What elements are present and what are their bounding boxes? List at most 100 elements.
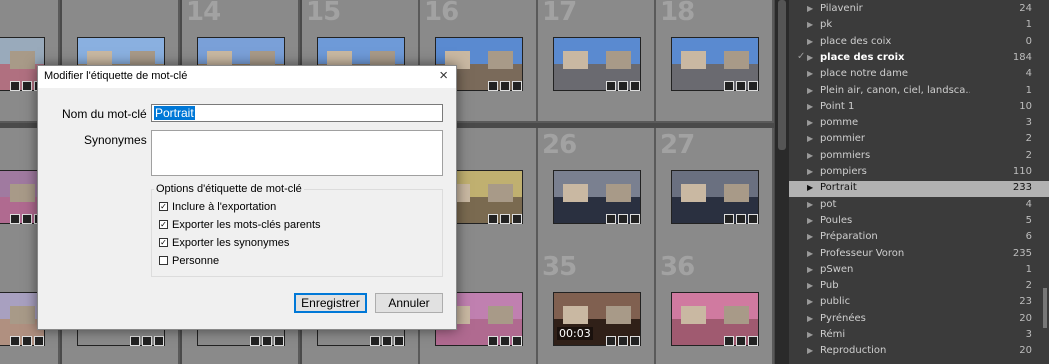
grid-cell[interactable]: 35 00:03 — [538, 250, 656, 364]
keyword-badge-icon[interactable] — [10, 214, 20, 224]
expand-triangle-icon[interactable]: ▶ — [807, 134, 813, 143]
keyword-row[interactable]: ▶ pompiers 110 — [789, 165, 1049, 181]
cancel-button[interactable]: Annuler — [375, 293, 443, 313]
synonyms-textarea[interactable] — [151, 130, 443, 176]
keyword-row[interactable]: ▶ Pilavenir 24 — [789, 2, 1049, 18]
expand-triangle-icon[interactable]: ▶ — [807, 249, 813, 258]
expand-triangle-icon[interactable]: ▶ — [807, 346, 813, 355]
crop-badge-icon[interactable] — [500, 336, 510, 346]
keyword-row[interactable]: ▶ pommier 2 — [789, 132, 1049, 148]
crop-badge-icon[interactable] — [500, 81, 510, 91]
save-button[interactable]: Enregistrer — [294, 293, 367, 313]
grid-cell[interactable]: 17 — [538, 0, 656, 123]
crop-badge-icon[interactable] — [500, 214, 510, 224]
keyword-row[interactable]: ▶ public 23 — [789, 295, 1049, 311]
expand-triangle-icon[interactable]: ▶ — [807, 200, 813, 209]
keyword-badge-icon[interactable] — [488, 336, 498, 346]
keyword-badge-icon[interactable] — [250, 336, 260, 346]
expand-triangle-icon[interactable]: ▶ — [807, 118, 813, 127]
keyword-row[interactable]: ▶ pk 1 — [789, 18, 1049, 34]
keyword-name-input[interactable]: Portrait — [151, 104, 443, 122]
edit-badge-icon[interactable] — [630, 336, 640, 346]
expand-triangle-icon[interactable]: ▶ — [807, 232, 813, 241]
keyword-row[interactable]: ▶ pot 4 — [789, 198, 1049, 214]
keyword-row[interactable]: ▶ Pyrénées 20 — [789, 312, 1049, 328]
expand-triangle-icon[interactable]: ▶ — [807, 183, 813, 192]
keyword-badge-icon[interactable] — [606, 214, 616, 224]
keyword-row[interactable]: ✓ ▶ place des croix 184 — [789, 51, 1049, 67]
keyword-badge-icon[interactable] — [724, 336, 734, 346]
edit-badge-icon[interactable] — [394, 336, 404, 346]
grid-scrollbar[interactable] — [775, 0, 789, 364]
keyword-row[interactable]: ▶ Rémi 3 — [789, 328, 1049, 344]
grid-cell[interactable]: 26 — [538, 128, 656, 256]
keyword-row[interactable]: ▶ place des coix 0 — [789, 35, 1049, 51]
edit-badge-icon[interactable] — [630, 214, 640, 224]
expand-triangle-icon[interactable]: ▶ — [807, 69, 813, 78]
keyword-row[interactable]: ▶ Portrait 233 — [789, 181, 1049, 198]
keyword-row[interactable]: ▶ Poules 5 — [789, 214, 1049, 230]
checkbox-checked-icon[interactable]: ✓ — [159, 219, 168, 229]
keyword-badge-icon[interactable] — [130, 336, 140, 346]
crop-badge-icon[interactable] — [736, 336, 746, 346]
crop-badge-icon[interactable] — [22, 214, 32, 224]
edit-badge-icon[interactable] — [630, 81, 640, 91]
keyword-row[interactable]: ▶ Pub 2 — [789, 279, 1049, 295]
expand-triangle-icon[interactable]: ▶ — [807, 265, 813, 274]
keyword-badge-icon[interactable] — [488, 214, 498, 224]
keyword-badge-icon[interactable] — [606, 336, 616, 346]
crop-badge-icon[interactable] — [22, 336, 32, 346]
crop-badge-icon[interactable] — [22, 81, 32, 91]
expand-triangle-icon[interactable]: ▶ — [807, 281, 813, 290]
option-row[interactable]: ✓ Inclure à l'exportation — [159, 201, 276, 213]
crop-badge-icon[interactable] — [382, 336, 392, 346]
expand-triangle-icon[interactable]: ▶ — [807, 37, 813, 46]
checkbox-checked-icon[interactable]: ✓ — [159, 237, 168, 247]
keyword-badge-icon[interactable] — [10, 81, 20, 91]
keyword-badge-icon[interactable] — [10, 336, 20, 346]
keyword-badge-icon[interactable] — [606, 81, 616, 91]
crop-badge-icon[interactable] — [736, 214, 746, 224]
keyword-badge-icon[interactable] — [488, 81, 498, 91]
keyword-badge-icon[interactable] — [370, 336, 380, 346]
expand-triangle-icon[interactable]: ▶ — [807, 102, 813, 111]
option-row[interactable]: ✓ Exporter les synonymes — [159, 237, 289, 249]
expand-triangle-icon[interactable]: ▶ — [807, 216, 813, 225]
expand-triangle-icon[interactable]: ▶ — [807, 4, 813, 13]
grid-cell[interactable]: 27 — [656, 128, 774, 256]
keyword-row[interactable]: ▶ Plein air, canon, ciel, landsca... 1 — [789, 84, 1049, 100]
keyword-scrollbar[interactable] — [1043, 288, 1047, 328]
expand-triangle-icon[interactable]: ▶ — [807, 167, 813, 176]
keyword-row[interactable]: ▶ Point 1 10 — [789, 100, 1049, 116]
grid-cell[interactable]: 36 — [656, 250, 774, 364]
expand-triangle-icon[interactable]: ▶ — [807, 330, 813, 339]
edit-badge-icon[interactable] — [274, 336, 284, 346]
keyword-row[interactable]: ▶ pSwen 1 — [789, 263, 1049, 279]
expand-triangle-icon[interactable]: ▶ — [807, 151, 813, 160]
keyword-row[interactable]: ▶ pommiers 2 — [789, 149, 1049, 165]
crop-badge-icon[interactable] — [262, 336, 272, 346]
option-row[interactable]: Personne — [159, 255, 219, 267]
crop-badge-icon[interactable] — [618, 336, 628, 346]
expand-triangle-icon[interactable]: ▶ — [807, 20, 813, 29]
keyword-row[interactable]: ▶ Préparation 6 — [789, 230, 1049, 246]
keyword-row[interactable]: ▶ Professeur Voron 235 — [789, 247, 1049, 263]
edit-badge-icon[interactable] — [512, 336, 522, 346]
expand-triangle-icon[interactable]: ▶ — [807, 53, 813, 62]
scrollbar-thumb[interactable] — [778, 0, 786, 150]
edit-badge-icon[interactable] — [34, 336, 44, 346]
edit-badge-icon[interactable] — [748, 214, 758, 224]
checkbox-checked-icon[interactable]: ✓ — [159, 201, 168, 211]
checkbox-unchecked-icon[interactable] — [159, 255, 168, 265]
keyword-badge-icon[interactable] — [724, 81, 734, 91]
keyword-applied-icon[interactable]: ✓ — [797, 51, 805, 62]
edit-badge-icon[interactable] — [512, 81, 522, 91]
expand-triangle-icon[interactable]: ▶ — [807, 314, 813, 323]
crop-badge-icon[interactable] — [736, 81, 746, 91]
keyword-row[interactable]: ▶ Reproduction 20 — [789, 344, 1049, 360]
crop-badge-icon[interactable] — [142, 336, 152, 346]
edit-badge-icon[interactable] — [512, 214, 522, 224]
expand-triangle-icon[interactable]: ▶ — [807, 297, 813, 306]
expand-triangle-icon[interactable]: ▶ — [807, 86, 813, 95]
option-row[interactable]: ✓ Exporter les mots-clés parents — [159, 219, 321, 231]
